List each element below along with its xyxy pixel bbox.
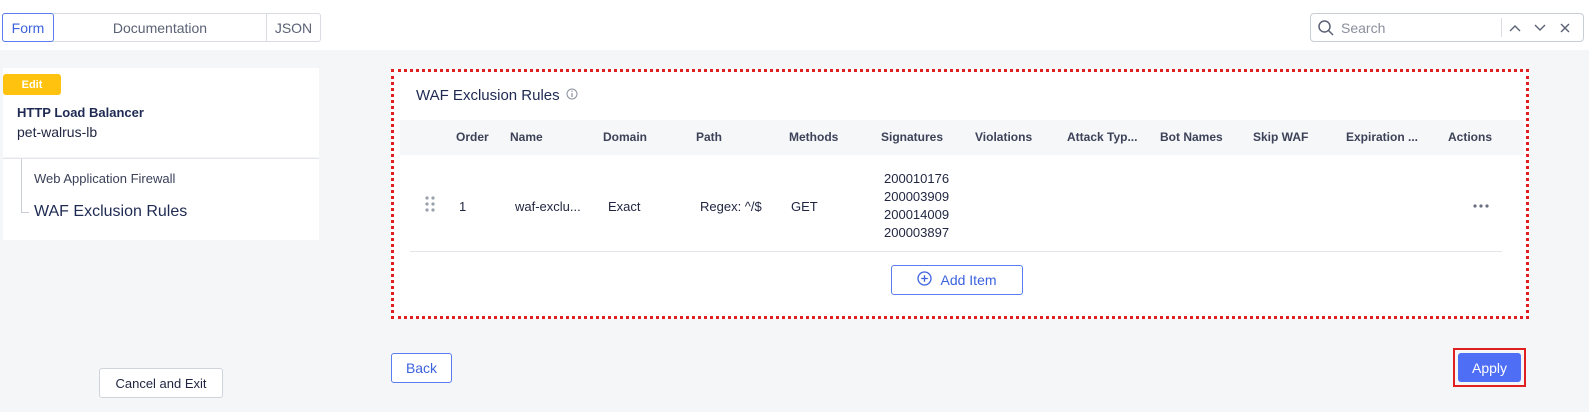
close-search-button[interactable] bbox=[1552, 14, 1577, 41]
signature-item: 200010176 bbox=[884, 171, 950, 186]
drag-handle-icon[interactable] bbox=[425, 196, 435, 217]
cell-signatures: 200010176 200003909 200014009 200003897 bbox=[884, 170, 949, 242]
column-header-methods[interactable]: Methods bbox=[789, 130, 838, 144]
object-name-label: pet-walrus-lb bbox=[17, 124, 98, 140]
column-header-path[interactable]: Path bbox=[696, 130, 722, 144]
tab-json[interactable]: JSON bbox=[267, 14, 320, 41]
column-header-actions: Actions bbox=[1448, 130, 1493, 144]
section-title: WAF Exclusion Rules bbox=[416, 87, 578, 104]
more-actions-icon[interactable] bbox=[1473, 195, 1489, 213]
column-header-bot-names[interactable]: Bot Names bbox=[1160, 130, 1223, 144]
tree-connector bbox=[21, 159, 22, 212]
plus-circle-icon bbox=[917, 271, 933, 289]
view-tabs: Form Documentation JSON bbox=[2, 13, 321, 42]
edit-badge: Edit bbox=[3, 74, 61, 95]
apply-highlight: Apply bbox=[1453, 348, 1526, 387]
column-header-domain[interactable]: Domain bbox=[603, 130, 647, 144]
chevron-down-icon bbox=[1534, 24, 1545, 31]
apply-button[interactable]: Apply bbox=[1458, 353, 1521, 382]
search-input[interactable] bbox=[1341, 15, 1501, 40]
info-icon[interactable] bbox=[566, 87, 578, 104]
tree-connector-branch bbox=[21, 212, 29, 213]
cell-name: waf-exclu... bbox=[515, 199, 581, 214]
table-header: Order Name Domain Path Methods Signature… bbox=[400, 120, 1524, 155]
column-header-name[interactable]: Name bbox=[510, 130, 543, 144]
add-item-label: Add Item bbox=[940, 272, 997, 288]
object-type-label: HTTP Load Balancer bbox=[17, 105, 144, 120]
sidebar-navigation: Web Application Firewall WAF Exclusion R… bbox=[3, 158, 319, 240]
add-item-button[interactable]: Add Item bbox=[891, 265, 1023, 295]
chevron-up-icon bbox=[1509, 24, 1520, 31]
signature-item: 200003909 bbox=[884, 189, 950, 204]
search-icon bbox=[1311, 14, 1341, 41]
cell-domain: Exact bbox=[608, 199, 641, 214]
object-summary-card: Edit HTTP Load Balancer pet-walrus-lb bbox=[3, 68, 319, 157]
section-title-text: WAF Exclusion Rules bbox=[416, 87, 560, 104]
top-bar: Form Documentation JSON bbox=[0, 0, 1589, 50]
previous-result-button[interactable] bbox=[1502, 14, 1527, 41]
column-header-skip-waf[interactable]: Skip WAF bbox=[1253, 130, 1308, 144]
column-header-order[interactable]: Order bbox=[456, 130, 489, 144]
back-button[interactable]: Back bbox=[391, 353, 452, 383]
sidebar-item-waf-exclusion-rules[interactable]: WAF Exclusion Rules bbox=[34, 203, 187, 221]
cell-methods: GET bbox=[791, 199, 818, 214]
sidebar-item-web-application-firewall[interactable]: Web Application Firewall bbox=[34, 171, 175, 186]
cell-path: Regex: ^/$ bbox=[700, 199, 762, 214]
tab-form[interactable]: Form bbox=[2, 13, 54, 42]
cancel-and-exit-button[interactable]: Cancel and Exit bbox=[99, 368, 223, 398]
column-header-expiration[interactable]: Expiration ... bbox=[1346, 130, 1418, 144]
signature-item: 200003897 bbox=[884, 225, 950, 240]
table-row[interactable]: 1 waf-exclu... Exact Regex: ^/$ GET 2000… bbox=[410, 156, 1502, 252]
column-header-violations[interactable]: Violations bbox=[975, 130, 1032, 144]
signature-item: 200014009 bbox=[884, 207, 950, 222]
cell-order: 1 bbox=[459, 199, 467, 214]
column-header-attack-types[interactable]: Attack Typ... bbox=[1067, 130, 1137, 144]
tab-documentation[interactable]: Documentation bbox=[54, 14, 267, 41]
next-result-button[interactable] bbox=[1527, 14, 1552, 41]
search-box bbox=[1310, 13, 1584, 42]
waf-exclusion-rules-section: WAF Exclusion Rules Order Name Domain Pa… bbox=[391, 69, 1529, 319]
close-icon bbox=[1560, 23, 1569, 32]
column-header-signatures[interactable]: Signatures bbox=[881, 130, 943, 144]
